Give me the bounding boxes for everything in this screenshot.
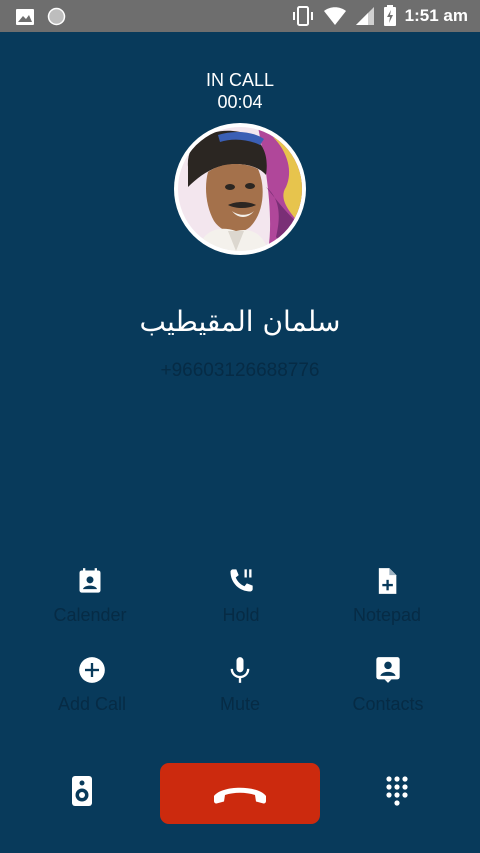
dialpad-icon <box>386 776 408 806</box>
mute-button[interactable]: Mute <box>160 656 320 714</box>
add-circle-icon <box>79 657 105 683</box>
end-call-icon <box>214 787 266 803</box>
contact-name: سلمان المقيطيب <box>139 305 341 338</box>
hold-label: Hold <box>222 605 260 625</box>
speaker-icon <box>72 776 92 806</box>
note-add-icon <box>378 568 397 594</box>
avatar-photo <box>178 127 302 251</box>
calendar-button[interactable]: Calender <box>10 567 170 625</box>
call-screen: 1:51 am IN CALL 00:04 سلمان المقيطيب +96… <box>0 0 480 853</box>
battery-charging-icon <box>383 5 397 27</box>
contact-card-icon <box>376 657 400 683</box>
contacts-label: Contacts <box>352 694 424 714</box>
signal-icon <box>355 6 375 26</box>
calendar-contact-icon <box>79 568 101 593</box>
mute-label: Mute <box>219 694 261 714</box>
dialpad-button[interactable] <box>385 775 409 807</box>
image-icon <box>15 8 35 26</box>
call-timer: 00:04 <box>217 92 263 112</box>
status-right: 1:51 am <box>291 5 468 27</box>
contacts-button[interactable]: Contacts <box>308 656 468 714</box>
notepad-label: Notepad <box>352 605 422 625</box>
circle-icon <box>47 7 66 26</box>
status-bar: 1:51 am <box>0 0 480 32</box>
contact-number: +96603126688776 <box>160 360 320 381</box>
wifi-icon <box>323 6 347 26</box>
notepad-button[interactable]: Notepad <box>307 567 467 625</box>
phone-pause-icon <box>230 569 253 592</box>
add-call-button[interactable]: Add Call <box>12 656 172 714</box>
vibrate-icon <box>291 6 315 26</box>
calendar-label: Calender <box>53 605 127 625</box>
call-state: IN CALL <box>205 70 275 90</box>
microphone-icon <box>230 657 250 683</box>
speaker-button[interactable] <box>68 775 96 807</box>
status-time: 1:51 am <box>404 6 468 25</box>
status-left <box>15 7 66 26</box>
avatar <box>174 123 306 255</box>
hold-button[interactable]: Hold <box>161 567 321 625</box>
add-call-label: Add Call <box>57 694 127 714</box>
end-call-button[interactable] <box>160 763 320 824</box>
